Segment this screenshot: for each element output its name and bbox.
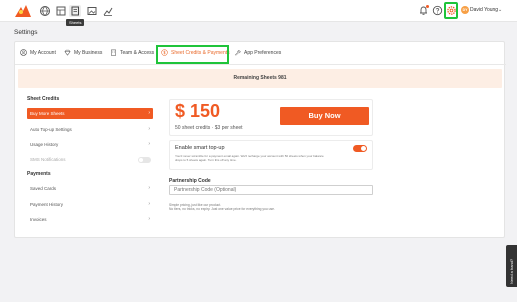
- tab-my-business[interactable]: My Business: [64, 49, 102, 56]
- page-title: Settings: [14, 29, 38, 36]
- menu-buy-more-sheets[interactable]: Buy More Sheets ›: [27, 108, 153, 119]
- menu-saved-cards[interactable]: Saved Cards ›: [27, 183, 153, 194]
- top-bar: Sheets DY David Young ⌄: [0, 0, 517, 26]
- menu-sms-notifications: SMS Notifications: [27, 154, 153, 165]
- partnership-code-label: Partnership Code: [169, 178, 211, 184]
- chevron-right-icon: ›: [148, 110, 150, 116]
- settings-card: My Account My Business Team & Access She…: [14, 41, 506, 238]
- tab-my-account[interactable]: My Account: [20, 49, 56, 56]
- tab-label: Team & Access: [120, 49, 155, 56]
- logo-icon[interactable]: [13, 3, 33, 19]
- tab-team-access[interactable]: Team & Access: [110, 49, 154, 56]
- need-a-hand-label: Need a hand?: [509, 258, 514, 284]
- active-tab-highlight-box: [156, 45, 229, 64]
- help-icon[interactable]: [432, 5, 443, 16]
- chevron-right-icon: ›: [148, 141, 150, 147]
- menu-label: Buy More Sheets: [30, 111, 65, 116]
- settings-highlight-box: [444, 2, 458, 19]
- menu-invoices[interactable]: Invoices ›: [27, 214, 153, 225]
- avatar[interactable]: DY: [461, 6, 469, 14]
- chevron-right-icon: ›: [148, 185, 150, 191]
- menu-label: Invoices: [30, 217, 47, 222]
- payments-header: Payments: [27, 171, 51, 177]
- wrench-icon: [234, 49, 241, 56]
- menu-usage-history[interactable]: Usage History ›: [27, 139, 153, 150]
- buy-now-button[interactable]: Buy Now: [280, 107, 369, 125]
- topup-title: Enable smart top-up: [175, 145, 225, 151]
- remaining-sheets-text: Remaining Sheets 981: [233, 75, 287, 81]
- credits-description: 50 sheet credits · $3 per sheet: [175, 125, 243, 131]
- bell-icon[interactable]: [418, 5, 429, 16]
- menu-payment-history[interactable]: Payment History ›: [27, 199, 153, 210]
- building-icon: [110, 49, 117, 56]
- menu-auto-topup-settings[interactable]: Auto Top-up Settings ›: [27, 124, 153, 135]
- sheets-icon[interactable]: [69, 5, 81, 17]
- diamond-icon: [64, 49, 71, 56]
- remaining-sheets-banner: Remaining Sheets 981: [18, 69, 502, 88]
- price: $ 150: [175, 101, 221, 121]
- sms-toggle: [138, 157, 151, 163]
- chevron-right-icon: ›: [148, 201, 150, 207]
- chevron-right-icon: ›: [148, 216, 150, 222]
- sheet-credits-header: Sheet Credits: [27, 96, 60, 102]
- partnership-code-input[interactable]: [169, 185, 373, 195]
- tab-label: App Preferences: [244, 49, 282, 56]
- fine-print-line-2: No tiers, no tricks, no expiry. Just one…: [169, 207, 275, 211]
- purchase-box: $ 150 50 sheet credits · $3 per sheet Bu…: [169, 99, 373, 136]
- menu-label: Usage History: [30, 142, 59, 147]
- image-icon[interactable]: [86, 5, 98, 17]
- need-a-hand-tab[interactable]: Need a hand?: [506, 245, 517, 287]
- chevron-down-icon[interactable]: ⌄: [498, 7, 502, 13]
- chart-icon[interactable]: [102, 5, 114, 17]
- table-icon[interactable]: [55, 5, 67, 17]
- settings-tabs: My Account My Business Team & Access She…: [15, 42, 506, 65]
- topup-description: You'd never scramble for a payment email…: [175, 154, 324, 162]
- tab-label: My Business: [74, 49, 103, 56]
- menu-label: SMS Notifications: [30, 157, 66, 162]
- tab-app-preferences[interactable]: App Preferences: [234, 49, 281, 56]
- user-name[interactable]: David Young: [470, 7, 498, 13]
- menu-label: Payment History: [30, 202, 64, 207]
- menu-label: Auto Top-up Settings: [30, 127, 72, 132]
- nav-tooltip: Sheets: [66, 19, 85, 26]
- globe-icon[interactable]: [39, 5, 51, 17]
- tab-label: My Account: [30, 49, 56, 56]
- smart-topup-box: Enable smart top-up You'd never scramble…: [169, 140, 373, 170]
- chevron-right-icon: ›: [148, 126, 150, 132]
- user-icon: [20, 49, 27, 56]
- notification-dot: [426, 5, 429, 8]
- smart-topup-toggle[interactable]: [353, 145, 367, 152]
- menu-label: Saved Cards: [30, 186, 57, 191]
